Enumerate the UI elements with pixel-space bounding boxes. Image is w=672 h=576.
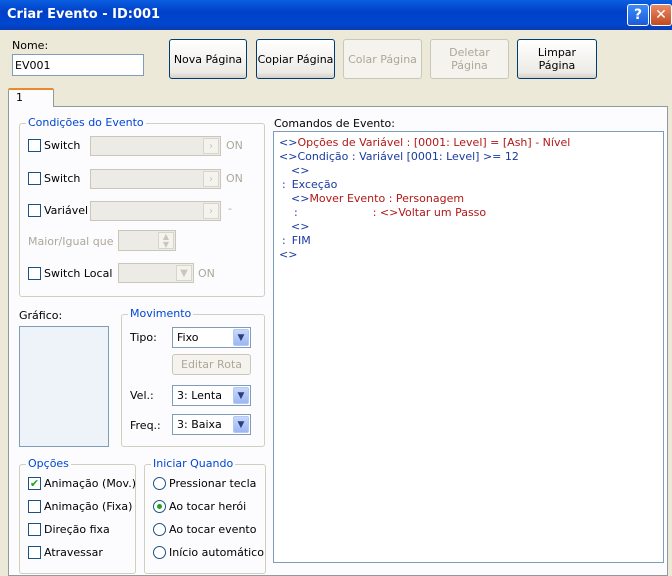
copy-page-button[interactable]: Copiar Página — [256, 39, 335, 79]
trigger-action-key-radio[interactable] — [153, 477, 166, 490]
command-line[interactable]: <>Opções de Variável : [0001: Level] = [… — [279, 136, 570, 149]
trigger-autorun-radio[interactable] — [153, 546, 166, 559]
switch1-state: ON — [226, 139, 243, 152]
option-animation-fixed-checkbox[interactable] — [28, 500, 41, 513]
tab-label: 1 — [16, 91, 23, 104]
option-label: Animação (Mov.) — [44, 477, 136, 490]
command-line[interactable]: <> — [279, 248, 297, 261]
paste-page-button[interactable]: Colar Página — [343, 39, 422, 79]
option-label: Atravessar — [44, 546, 103, 559]
speed-value: 3: Lenta — [177, 389, 222, 402]
type-value: Fixo — [177, 331, 199, 344]
freq-select[interactable]: 3: Baixa ▼ — [172, 414, 251, 435]
switch2-state: ON — [226, 172, 243, 185]
chevron-right-icon: › — [203, 203, 219, 219]
options-title: Opções — [26, 457, 71, 470]
trigger-label: Ao tocar evento — [169, 523, 257, 536]
commands-list[interactable]: <>Opções de Variável : [0001: Level] = [… — [273, 131, 664, 563]
clear-page-button[interactable]: Limpar Página — [517, 39, 597, 79]
command-line[interactable]: <>Mover Evento : Personagem — [291, 192, 464, 205]
conditions-title: Condições do Evento — [26, 116, 146, 129]
greater-equal-spinner[interactable]: ▲ ▼ — [118, 230, 176, 251]
chevron-right-icon: › — [203, 171, 219, 187]
local-switch-select[interactable]: ▼ — [118, 263, 194, 283]
chevron-down-icon: ▼ — [176, 265, 192, 281]
window-title: Criar Evento - ID:001 — [7, 7, 161, 22]
variable-selector[interactable]: › — [90, 201, 221, 221]
help-button[interactable]: ? — [627, 4, 649, 26]
trigger-label: Pressionar tecla — [169, 477, 257, 490]
option-through-checkbox[interactable] — [28, 546, 41, 559]
graphic-title: Gráfico: — [19, 309, 63, 322]
variable-dash: - — [228, 202, 232, 215]
freq-label: Freq.: — [130, 419, 161, 432]
variable-label: Variável — [44, 204, 89, 217]
graphic-preview[interactable] — [19, 326, 109, 447]
switch2-checkbox[interactable] — [28, 172, 41, 185]
greater-equal-label: Maior/Igual que — [28, 235, 114, 248]
local-switch-checkbox[interactable] — [28, 267, 41, 280]
trigger-event-touch-radio[interactable] — [153, 523, 166, 536]
freq-value: 3: Baixa — [177, 418, 222, 431]
movement-title: Movimento — [128, 307, 194, 320]
commands-title: Comandos de Evento: — [274, 117, 395, 130]
chevron-down-icon: ▼ — [233, 416, 249, 433]
new-page-button[interactable]: Nova Página — [169, 39, 247, 79]
name-label: Nome: — [12, 39, 49, 52]
chevron-down-icon: ▼ — [233, 387, 249, 404]
spinner-arrows-icon: ▲ ▼ — [158, 232, 174, 249]
name-field[interactable]: EV001 — [12, 54, 144, 76]
option-animation-move-checkbox[interactable]: ✔ — [28, 477, 41, 490]
speed-select[interactable]: 3: Lenta ▼ — [172, 385, 251, 406]
command-line[interactable]: <> — [291, 164, 309, 177]
command-line[interactable]: : Exceção — [282, 178, 337, 191]
chevron-down-icon: ▼ — [233, 329, 249, 346]
command-line[interactable]: <> — [291, 220, 309, 233]
edit-route-button[interactable]: Editar Rota — [172, 354, 251, 375]
option-label: Direção fixa — [44, 523, 110, 536]
trigger-title: Iniciar Quando — [151, 457, 236, 470]
type-select[interactable]: Fixo ▼ — [172, 327, 251, 348]
title-bar: Criar Evento - ID:001 ? ✕ — [0, 0, 672, 30]
chevron-right-icon: › — [203, 138, 219, 154]
trigger-player-touch-radio[interactable] — [153, 500, 166, 513]
switch1-checkbox[interactable] — [28, 139, 41, 152]
variable-checkbox[interactable] — [28, 204, 41, 217]
command-line[interactable]: : FIM — [282, 234, 311, 247]
switch1-label: Switch — [44, 139, 81, 152]
switch1-selector[interactable]: › — [90, 136, 221, 156]
tab-page-1[interactable]: 1 — [8, 88, 54, 107]
option-label: Animação (Fixa) — [44, 500, 133, 513]
switch2-label: Switch — [44, 172, 81, 185]
close-button[interactable]: ✕ — [650, 4, 672, 26]
trigger-label: Ao tocar herói — [169, 500, 247, 513]
delete-page-button[interactable]: Deletar Página — [430, 39, 509, 79]
speed-label: Vel.: — [130, 389, 154, 402]
command-line[interactable]: :: <>Voltar um Passo — [294, 206, 486, 219]
option-fixed-direction-checkbox[interactable] — [28, 523, 41, 536]
local-switch-state: ON — [198, 267, 215, 280]
type-label: Tipo: — [130, 331, 157, 344]
switch2-selector[interactable]: › — [90, 169, 221, 189]
local-switch-label: Switch Local — [44, 267, 113, 280]
command-line[interactable]: <>Condição : Variável [0001: Level] >= 1… — [279, 150, 519, 163]
trigger-label: Início automático — [169, 546, 264, 559]
